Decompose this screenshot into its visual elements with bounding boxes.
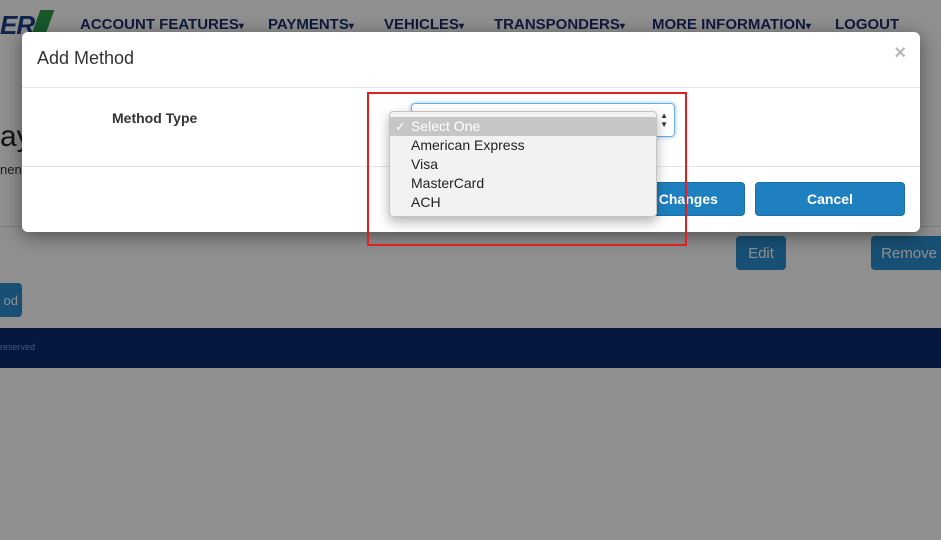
option-label: ACH [411,194,441,210]
option-label: Visa [411,156,438,172]
modal-title: Add Method [37,48,135,68]
option-mastercard[interactable]: MasterCard [390,174,656,193]
method-type-label: Method Type [112,110,198,126]
option-label: MasterCard [411,175,485,191]
option-select-one[interactable]: ✓ Select One [390,117,656,136]
cancel-button[interactable]: Cancel [755,182,905,216]
option-visa[interactable]: Visa [390,155,656,174]
modal-header: Add Method × [22,32,920,88]
checkmark-icon: ✓ [395,119,406,134]
option-ach[interactable]: ACH [390,193,656,212]
option-label: Select One [411,118,481,134]
method-type-options-list: ✓ Select One American Express Visa Master… [389,111,657,217]
option-american-express[interactable]: American Express [390,136,656,155]
close-icon[interactable]: × [894,42,906,65]
option-label: American Express [411,137,525,153]
select-arrows-icon: ▲ ▼ [660,111,668,129]
